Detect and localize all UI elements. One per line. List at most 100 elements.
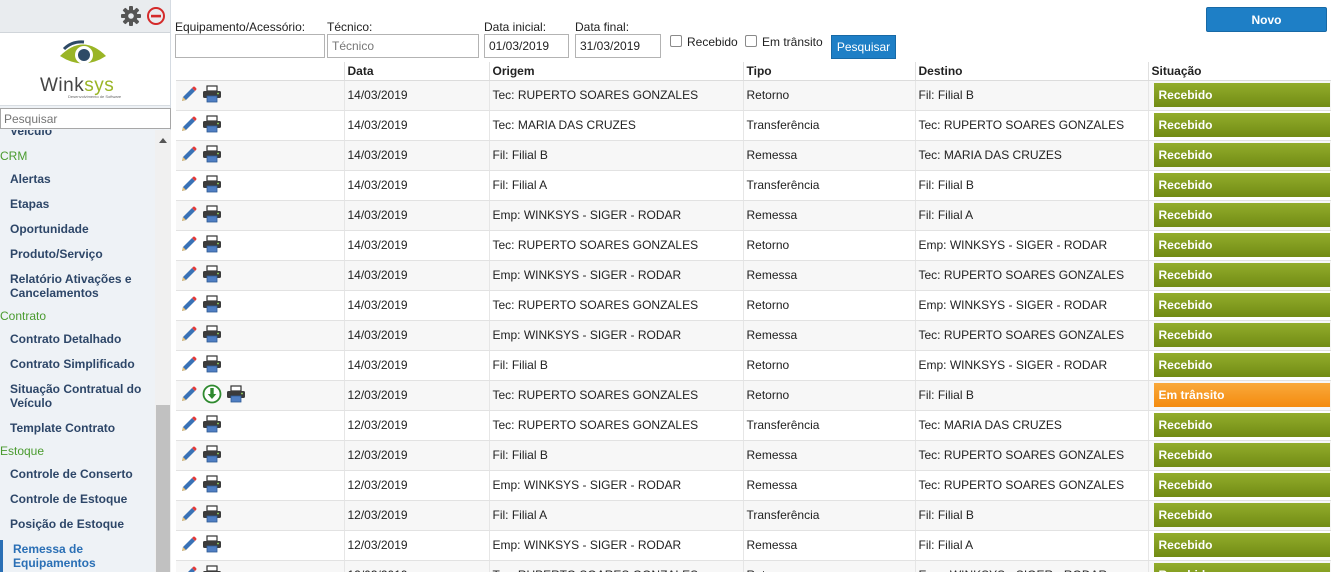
edit-pencil-icon[interactable] <box>180 505 198 526</box>
gear-icon[interactable] <box>120 5 142 27</box>
sidebar-item-controle-estoque[interactable]: Controle de Estoque <box>10 492 150 506</box>
status-badge[interactable]: Recebido <box>1153 353 1330 377</box>
edit-pencil-icon[interactable] <box>180 145 198 166</box>
sidebar-item-relatorio-ativacoes[interactable]: Relatório Ativações e Cancelamentos <box>10 272 150 300</box>
printer-icon[interactable] <box>202 294 222 316</box>
cell-type: Remessa <box>742 320 915 351</box>
edit-pencil-icon[interactable] <box>180 115 198 136</box>
printer-icon[interactable] <box>202 84 222 106</box>
sidebar-item-etapas[interactable]: Etapas <box>10 197 150 211</box>
table-row: 14/03/2019 Emp: WINKSYS - SIGER - RODAR Re… <box>176 200 1331 231</box>
status-badge[interactable]: Recebido <box>1153 413 1330 437</box>
section-estoque[interactable]: Estoque <box>0 444 44 458</box>
edit-pencil-icon[interactable] <box>180 445 198 466</box>
printer-icon[interactable] <box>202 564 222 572</box>
status-badge[interactable]: Recebido <box>1153 173 1330 197</box>
status-badge[interactable]: Recebido <box>1153 143 1330 167</box>
sidebar-item-veiculo[interactable]: Veículo <box>10 130 52 138</box>
status-badge[interactable]: Recebido <box>1153 563 1330 572</box>
start-date-input[interactable] <box>484 34 569 58</box>
edit-pencil-icon[interactable] <box>180 565 198 572</box>
printer-icon[interactable] <box>202 534 222 556</box>
printer-icon[interactable] <box>202 264 222 286</box>
edit-pencil-icon[interactable] <box>180 295 198 316</box>
cell-status: Recebido <box>1147 80 1331 111</box>
printer-icon[interactable] <box>202 204 222 226</box>
cell-destination: Fil: Filial B <box>914 380 1148 411</box>
sidebar-item-produto-servico[interactable]: Produto/Serviço <box>10 247 150 261</box>
tech-input[interactable] <box>327 34 479 58</box>
edit-pencil-icon[interactable] <box>180 265 198 286</box>
edit-pencil-icon[interactable] <box>180 355 198 376</box>
cell-date: 14/03/2019 <box>343 230 489 261</box>
received-checkbox[interactable] <box>670 35 682 47</box>
edit-pencil-icon[interactable] <box>180 325 198 346</box>
sidebar-item-template-contrato[interactable]: Template Contrato <box>10 421 150 435</box>
edit-pencil-icon[interactable] <box>180 85 198 106</box>
edit-pencil-icon[interactable] <box>180 385 198 406</box>
edit-pencil-icon[interactable] <box>180 535 198 556</box>
status-badge[interactable]: Recebido <box>1153 233 1330 257</box>
sidebar-scroll-thumb[interactable] <box>156 405 170 572</box>
end-date-input[interactable] <box>575 34 661 58</box>
status-badge[interactable]: Recebido <box>1153 83 1330 107</box>
section-contrato[interactable]: Contrato <box>0 309 46 323</box>
edit-pencil-icon[interactable] <box>180 205 198 226</box>
printer-icon[interactable] <box>202 444 222 466</box>
section-crm[interactable]: CRM <box>0 149 27 163</box>
status-badge[interactable]: Recebido <box>1153 503 1330 527</box>
minus-circle-icon[interactable] <box>146 6 166 26</box>
printer-icon[interactable] <box>202 354 222 376</box>
equipment-input[interactable] <box>175 34 325 58</box>
sidebar-item-remessa-equipamentos[interactable]: Remessa de Equipamentos <box>13 542 153 570</box>
sidebar-item-situacao-contratual[interactable]: Situação Contratual do Veículo <box>10 382 150 410</box>
sidebar-search-input[interactable] <box>0 108 171 129</box>
table-row: 14/03/2019 Tec: RUPERTO SOARES GONZALES Re… <box>176 230 1331 261</box>
status-badge[interactable]: Recebido <box>1153 323 1330 347</box>
edit-pencil-icon[interactable] <box>180 235 198 256</box>
status-badge[interactable]: Recebido <box>1153 473 1330 497</box>
cell-status: Recebido <box>1147 500 1331 531</box>
printer-icon[interactable] <box>226 384 246 406</box>
status-badge[interactable]: Recebido <box>1153 443 1330 467</box>
printer-icon[interactable] <box>202 114 222 136</box>
status-badge[interactable]: Recebido <box>1153 203 1330 227</box>
sidebar-item-oportunidade[interactable]: Oportunidade <box>10 222 150 236</box>
printer-icon[interactable] <box>202 414 222 436</box>
cell-status: Recebido <box>1147 320 1331 351</box>
status-badge[interactable]: Recebido <box>1153 263 1330 287</box>
col-header-destino[interactable]: Destino <box>914 62 1148 81</box>
table-row: 12/03/2019Tec: RUPERTO SOARES GONZALESRe… <box>176 560 1331 572</box>
cell-type: Retorno <box>742 560 915 572</box>
printer-icon[interactable] <box>202 504 222 526</box>
sidebar-item-posicao-estoque[interactable]: Posição de Estoque <box>10 517 150 531</box>
col-header-situacao[interactable]: Situação <box>1147 62 1331 81</box>
sidebar-item-contrato-simplificado[interactable]: Contrato Simplificado <box>10 357 150 371</box>
sidebar-item-contrato-detalhado[interactable]: Contrato Detalhado <box>10 332 150 346</box>
col-header-data[interactable]: Data <box>343 62 489 81</box>
printer-icon[interactable] <box>202 174 222 196</box>
edit-pencil-icon[interactable] <box>180 475 198 496</box>
new-button[interactable]: Novo <box>1206 7 1327 32</box>
status-badge[interactable]: Recebido <box>1153 113 1330 137</box>
cell-date: 12/03/2019 <box>343 380 489 411</box>
scroll-up-arrow-icon[interactable] <box>159 138 167 143</box>
status-badge[interactable]: Recebido <box>1153 533 1330 557</box>
table-row: 12/03/2019 Fil: Filial B Remessa Tec: RUPER… <box>176 440 1331 471</box>
col-header-tipo[interactable]: Tipo <box>742 62 915 81</box>
transit-checkbox[interactable] <box>745 35 757 47</box>
printer-icon[interactable] <box>202 324 222 346</box>
status-badge[interactable]: Recebido <box>1153 293 1330 317</box>
search-button[interactable]: Pesquisar <box>831 35 896 59</box>
edit-pencil-icon[interactable] <box>180 415 198 436</box>
cell-status: Recebido <box>1147 140 1331 171</box>
col-header-origem[interactable]: Origem <box>488 62 743 81</box>
status-badge[interactable]: Em trânsito <box>1153 383 1330 407</box>
download-icon[interactable] <box>202 384 222 407</box>
edit-pencil-icon[interactable] <box>180 175 198 196</box>
printer-icon[interactable] <box>202 474 222 496</box>
sidebar-item-controle-conserto[interactable]: Controle de Conserto <box>10 467 150 481</box>
printer-icon[interactable] <box>202 144 222 166</box>
sidebar-item-alertas[interactable]: Alertas <box>10 172 150 186</box>
printer-icon[interactable] <box>202 234 222 256</box>
